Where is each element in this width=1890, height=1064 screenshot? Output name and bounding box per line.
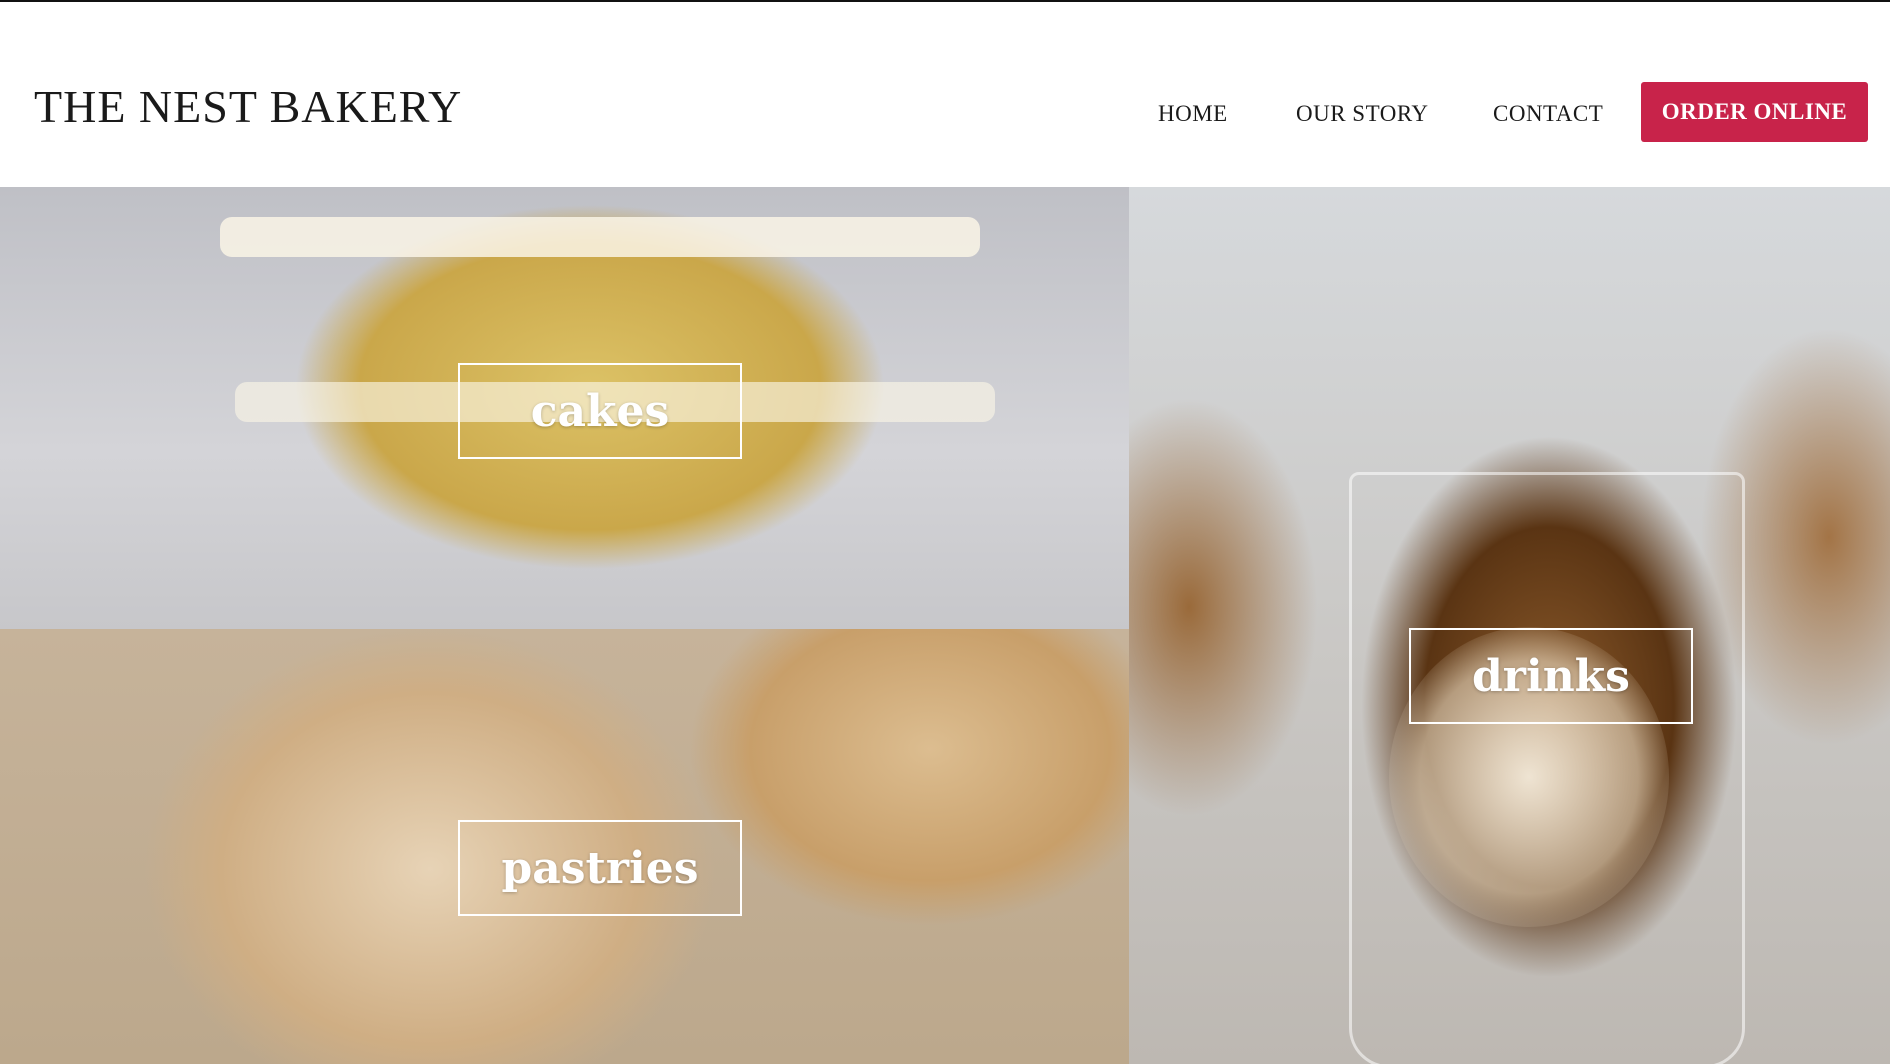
category-label-drinks[interactable]: drinks xyxy=(1409,628,1693,724)
brand-logo[interactable]: THE NEST BAKERY xyxy=(34,80,462,133)
category-label-pastries[interactable]: pastries xyxy=(458,820,742,916)
cakes-tile[interactable]: cakes xyxy=(0,187,1129,629)
drinks-tile[interactable]: drinks xyxy=(1129,187,1890,1064)
site-header: THE NEST BAKERY xyxy=(0,2,1890,187)
cake-frosting-layer xyxy=(220,217,980,257)
nav-home-link[interactable]: HOME xyxy=(1158,101,1228,127)
category-label-cakes[interactable]: cakes xyxy=(458,363,742,459)
nav-our-story-link[interactable]: OUR STORY xyxy=(1296,101,1429,127)
nav-contact-link[interactable]: CONTACT xyxy=(1493,101,1603,127)
pastries-tile[interactable]: pastries xyxy=(0,629,1129,1064)
order-online-button[interactable]: ORDER ONLINE xyxy=(1641,82,1868,142)
